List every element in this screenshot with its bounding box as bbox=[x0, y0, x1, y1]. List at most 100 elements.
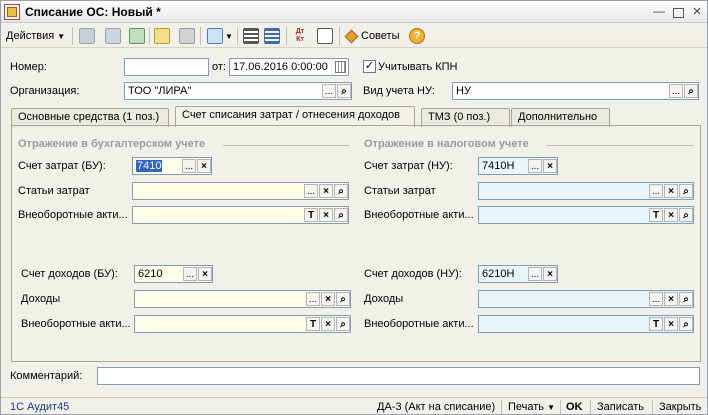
separator bbox=[501, 400, 502, 414]
select-icon[interactable]: ... bbox=[528, 159, 542, 173]
post-document-icon[interactable] bbox=[154, 28, 170, 44]
clear-icon[interactable]: × bbox=[664, 208, 678, 222]
clear-icon[interactable]: × bbox=[198, 267, 212, 281]
refresh-icon[interactable] bbox=[129, 28, 145, 44]
close-icon[interactable]: × bbox=[689, 4, 705, 19]
ok-button[interactable]: OK bbox=[566, 401, 583, 413]
select-icon[interactable]: ... bbox=[649, 292, 663, 306]
minimize-icon[interactable]: — bbox=[651, 4, 667, 19]
nu-income-account-field[interactable]: 6210Н ... × bbox=[478, 265, 558, 283]
status-bar: 1С Аудит45 ДА-3 (Акт на списание) Печать… bbox=[1, 397, 707, 415]
print-label: Печать bbox=[508, 401, 545, 413]
structure-icon[interactable] bbox=[264, 28, 280, 44]
go-to-icon[interactable] bbox=[207, 28, 223, 44]
clear-icon[interactable]: × bbox=[543, 159, 557, 173]
organization-label: Организация: bbox=[10, 85, 80, 97]
tips-button[interactable]: Советы bbox=[344, 27, 399, 45]
search-icon[interactable]: ⌕ bbox=[336, 317, 350, 331]
bu-noncurrent-assets-2-label: Внеоборотные акти... bbox=[21, 318, 131, 330]
copy-icon[interactable] bbox=[105, 28, 121, 44]
search-icon[interactable]: ⌕ bbox=[679, 184, 693, 198]
search-icon[interactable]: ⌕ bbox=[679, 292, 693, 306]
select-icon[interactable]: ... bbox=[649, 184, 663, 198]
bu-expense-account-value: 7410 bbox=[136, 160, 163, 172]
bu-expense-account-field[interactable]: 7410 ... × bbox=[132, 157, 212, 175]
search-icon[interactable]: ⌕ bbox=[679, 317, 693, 331]
clear-icon[interactable]: × bbox=[319, 208, 333, 222]
search-icon[interactable]: ⌕ bbox=[679, 208, 693, 222]
print-button[interactable]: Печать ▼ bbox=[508, 401, 555, 413]
select-icon[interactable]: ... bbox=[322, 84, 336, 98]
separator bbox=[652, 400, 653, 414]
kpn-checkbox[interactable]: ✓ bbox=[363, 60, 376, 73]
separator bbox=[560, 400, 561, 414]
divider bbox=[546, 145, 694, 146]
unpost-document-icon[interactable] bbox=[179, 28, 195, 44]
bu-noncurrent-assets-2-field[interactable]: T × ⌕ bbox=[134, 315, 351, 333]
clear-icon[interactable]: × bbox=[321, 317, 335, 331]
comment-field[interactable] bbox=[97, 367, 700, 385]
clear-icon[interactable]: × bbox=[319, 184, 333, 198]
nu-noncurrent-assets-2-label: Внеоборотные акти... bbox=[364, 318, 474, 330]
add-icon[interactable] bbox=[79, 28, 95, 44]
clear-icon[interactable]: × bbox=[664, 184, 678, 198]
actions-label: Действия bbox=[6, 30, 55, 42]
bu-income-field[interactable]: ... × ⌕ bbox=[134, 290, 351, 308]
bu-income-account-field[interactable]: 6210 ... × bbox=[134, 265, 213, 283]
type-icon[interactable]: T bbox=[649, 208, 663, 222]
divider bbox=[223, 145, 349, 146]
search-icon[interactable]: ⌕ bbox=[336, 292, 350, 306]
type-icon[interactable]: T bbox=[304, 208, 318, 222]
select-icon[interactable]: ... bbox=[528, 267, 542, 281]
nu-noncurrent-assets-2-field[interactable]: T × ⌕ bbox=[478, 315, 694, 333]
user-info: 1С Аудит45 bbox=[10, 401, 70, 413]
nu-expense-account-value: 7410Н bbox=[482, 160, 515, 172]
select-icon[interactable]: ... bbox=[183, 267, 197, 281]
clear-icon[interactable]: × bbox=[197, 159, 211, 173]
nu-expense-account-label: Счет затрат (НУ): bbox=[364, 160, 453, 172]
maximize-icon[interactable] bbox=[673, 8, 684, 18]
nu-noncurrent-assets-field[interactable]: T × ⌕ bbox=[478, 206, 694, 224]
chevron-down-icon[interactable]: ▼ bbox=[225, 32, 233, 41]
actions-menu-button[interactable]: Действия ▼ bbox=[6, 27, 65, 45]
select-icon[interactable]: ... bbox=[669, 84, 683, 98]
nu-income-field[interactable]: ... × ⌕ bbox=[478, 290, 694, 308]
type-icon[interactable]: T bbox=[649, 317, 663, 331]
search-icon[interactable]: ⌕ bbox=[337, 84, 351, 98]
organization-field[interactable]: ТОО "ЛИРА" ... ⌕ bbox=[124, 82, 352, 100]
nu-type-field[interactable]: НУ ... ⌕ bbox=[452, 82, 699, 100]
close-button[interactable]: Закрыть bbox=[659, 401, 701, 413]
comment-label: Комментарий: bbox=[10, 370, 83, 382]
clear-icon[interactable]: × bbox=[664, 317, 678, 331]
app-icon bbox=[4, 4, 20, 20]
select-icon[interactable]: ... bbox=[304, 184, 318, 198]
clear-icon[interactable]: × bbox=[664, 292, 678, 306]
clear-icon[interactable]: × bbox=[543, 267, 557, 281]
act-print-link[interactable]: ДА-3 (Акт на списание) bbox=[377, 401, 495, 413]
nu-expense-items-field[interactable]: ... × ⌕ bbox=[478, 182, 694, 200]
select-icon[interactable]: ... bbox=[306, 292, 320, 306]
nu-expense-account-field[interactable]: 7410Н ... × bbox=[478, 157, 558, 175]
select-icon[interactable]: ... bbox=[182, 159, 196, 173]
debit-credit-icon[interactable]: Дт Кт bbox=[292, 28, 308, 44]
search-icon[interactable]: ⌕ bbox=[334, 184, 348, 198]
separator bbox=[72, 27, 73, 45]
save-button[interactable]: Записать bbox=[597, 401, 644, 413]
number-field[interactable] bbox=[124, 58, 209, 76]
bu-expense-items-field[interactable]: ... × ⌕ bbox=[132, 182, 349, 200]
kpn-label: Учитывать КПН bbox=[378, 61, 458, 73]
bu-section-title: Отражение в бухгалтерском учете bbox=[18, 138, 206, 150]
report-icon[interactable] bbox=[317, 28, 333, 44]
help-icon[interactable]: ? bbox=[409, 28, 425, 44]
clear-icon[interactable]: × bbox=[321, 292, 335, 306]
date-field[interactable]: 17.06.2016 0:00:00 bbox=[229, 58, 349, 76]
type-icon[interactable]: T bbox=[306, 317, 320, 331]
list-icon[interactable] bbox=[243, 28, 259, 44]
separator bbox=[149, 27, 150, 45]
search-icon[interactable]: ⌕ bbox=[684, 84, 698, 98]
bu-noncurrent-assets-field[interactable]: T × ⌕ bbox=[132, 206, 349, 224]
bu-expense-items-label: Статьи затрат bbox=[18, 185, 90, 197]
tab-expense-income-accounts[interactable]: Счет списания затрат / отнесения доходов bbox=[175, 106, 415, 127]
calendar-icon[interactable] bbox=[335, 61, 346, 73]
search-icon[interactable]: ⌕ bbox=[334, 208, 348, 222]
